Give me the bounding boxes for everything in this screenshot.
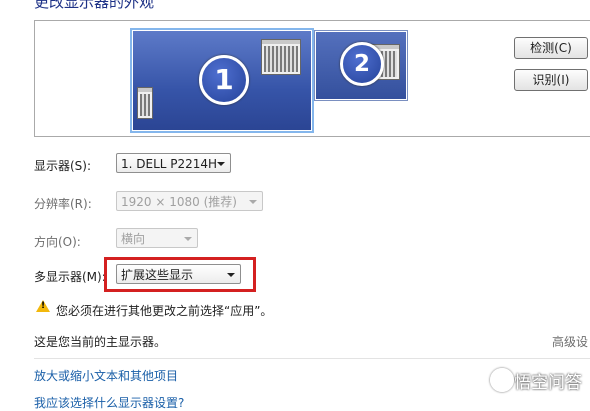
page-title: 更改显示器的外观 [34, 0, 155, 11]
warning-text: 您必须在进行其他更改之前选择“应用”。 [56, 304, 273, 318]
monitor-1-number: 1 [199, 55, 249, 105]
detect-button[interactable]: 检测(C) [514, 37, 588, 59]
watermark-text: 悟空问答 [514, 373, 582, 393]
orientation-label: 方向(O): [34, 235, 81, 249]
primary-display-note: 这是您当前的主显示器。 [34, 335, 167, 349]
window-icon [261, 39, 301, 75]
watermark: 悟空问答 [490, 368, 582, 393]
warning-icon: ! [36, 300, 50, 312]
text-size-link[interactable]: 放大或缩小文本和其他项目 [34, 367, 178, 384]
chevron-down-icon [184, 237, 192, 241]
highlight-box [104, 257, 256, 292]
resolution-label: 分辨率(R): [34, 197, 92, 211]
monitor-1-tile[interactable]: 1 [130, 28, 314, 133]
resolution-select-value: 1920 × 1080 (推荐) [121, 195, 237, 209]
display-select[interactable]: 1. DELL P2214H [116, 153, 231, 173]
taskbar-window-icon [137, 87, 153, 119]
orientation-select-value: 横向 [121, 232, 146, 246]
chevron-down-icon [249, 200, 257, 204]
chat-bubble-icon [490, 368, 514, 392]
display-preview-area[interactable] [34, 20, 590, 137]
monitor-2-tile[interactable]: 2 [314, 30, 408, 101]
resolution-select[interactable]: 1920 × 1080 (推荐) [116, 191, 263, 211]
display-label: 显示器(S): [34, 159, 92, 173]
chevron-down-icon [217, 162, 225, 166]
display-select-value: 1. DELL P2214H [121, 157, 218, 171]
identify-button[interactable]: 识别(I) [514, 69, 588, 91]
advanced-settings-link[interactable]: 高级设 [552, 333, 588, 350]
multiple-displays-label: 多显示器(M): [34, 270, 106, 284]
divider [34, 358, 590, 359]
monitor-2-number: 2 [340, 42, 384, 86]
orientation-select[interactable]: 横向 [116, 228, 198, 248]
